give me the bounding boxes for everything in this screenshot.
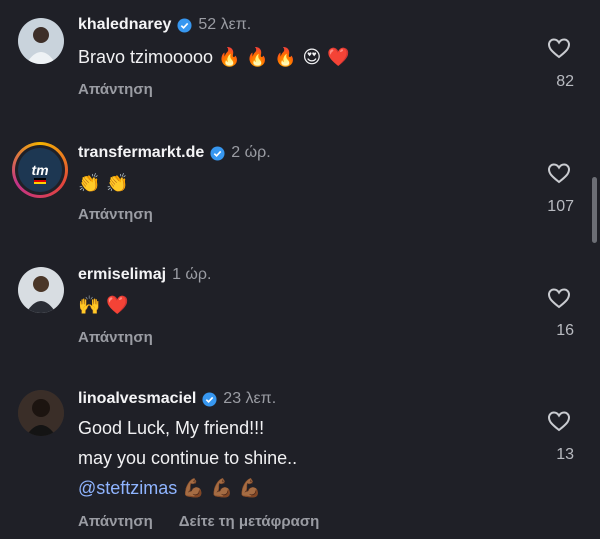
heart-icon	[547, 163, 571, 184]
see-translation-button[interactable]: Δείτε τη μετάφραση	[179, 513, 320, 530]
comment-item: khalednarey 52 λεπ. Bravo tzimooooo 🔥 🔥 …	[0, 0, 600, 125]
avatar[interactable]: tm	[12, 142, 68, 198]
like-button[interactable]	[546, 287, 572, 309]
username[interactable]: transfermarkt.de	[78, 144, 204, 162]
flag-icon	[34, 178, 46, 184]
timestamp: 2 ώρ.	[231, 144, 271, 161]
reply-button[interactable]: Απάντηση	[78, 513, 153, 530]
comment-item: ermiselimaj 1 ώρ. 🙌 ❤️ Απάντηση 16	[0, 250, 600, 375]
emoji-text: 🔥 🔥 🔥 😍 ❤️	[218, 47, 350, 68]
emoji-text: 💪🏾 💪🏾 💪🏾	[182, 478, 261, 499]
username[interactable]: linoalvesmaciel	[78, 390, 196, 408]
mention-link[interactable]: @steftzimas	[78, 478, 177, 498]
comment-line: may you continue to shine..	[78, 448, 298, 468]
username[interactable]: ermiselimaj	[78, 266, 166, 284]
verified-badge-icon	[202, 391, 217, 407]
like-button[interactable]	[546, 37, 572, 59]
emoji-text: 👏 👏	[78, 173, 129, 194]
like-count: 107	[547, 198, 574, 215]
comment-line: Good Luck, My friend!!!	[78, 418, 265, 438]
like-button[interactable]	[546, 162, 572, 184]
like-button[interactable]	[546, 410, 572, 432]
reply-button[interactable]: Απάντηση	[78, 81, 153, 98]
avatar[interactable]	[18, 390, 64, 436]
like-count: 16	[556, 322, 574, 339]
comment-item: tm transfermarkt.de 2 ώρ. 👏 👏 Απάντηση 1…	[0, 125, 600, 250]
avatar[interactable]	[18, 18, 64, 64]
timestamp: 1 ώρ.	[172, 266, 212, 283]
timestamp: 23 λεπ.	[223, 390, 277, 407]
comment-item: linoalvesmaciel 23 λεπ. Good Luck, My fr…	[0, 375, 600, 539]
emoji-text: 🙌 ❤️	[78, 295, 129, 316]
username[interactable]: khalednarey	[78, 16, 171, 34]
comment-text: 👏 👏	[78, 170, 129, 197]
verified-badge-icon	[177, 17, 192, 33]
scrollbar[interactable]	[592, 177, 597, 243]
comment-line: @steftzimas 💪🏾 💪🏾 💪🏾	[78, 475, 261, 502]
comment-text: Bravo tzimooooo 🔥 🔥 🔥 😍 ❤️	[78, 47, 350, 68]
verified-badge-icon	[210, 145, 225, 161]
like-count: 82	[556, 73, 574, 90]
like-count: 13	[556, 446, 574, 463]
reply-button[interactable]: Απάντηση	[78, 206, 153, 223]
heart-icon	[547, 38, 571, 59]
timestamp: 52 λεπ.	[198, 16, 252, 33]
tm-logo-text: tm	[31, 162, 49, 178]
reply-button[interactable]: Απάντηση	[78, 329, 153, 346]
comment-text: 🙌 ❤️	[78, 292, 129, 319]
heart-icon	[547, 288, 571, 309]
avatar[interactable]	[18, 267, 64, 313]
heart-icon	[547, 411, 571, 432]
